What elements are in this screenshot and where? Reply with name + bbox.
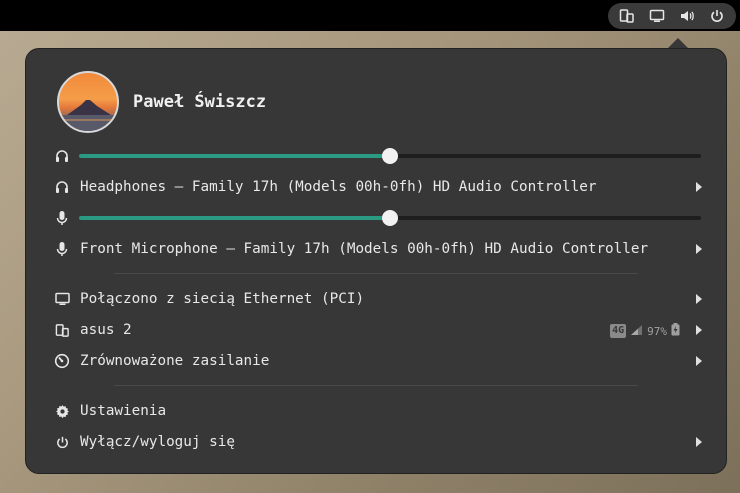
submenu-arrow-icon xyxy=(696,244,702,254)
output-device-item[interactable]: Headphones – Family 17h (Models 00h-0fh)… xyxy=(52,173,702,201)
input-device-item[interactable]: Front Microphone – Family 17h (Models 00… xyxy=(52,235,702,263)
microphone-icon xyxy=(52,208,72,228)
output-device-label: Headphones – Family 17h (Models 00h-0fh)… xyxy=(80,179,597,195)
phone-label: asus 2 xyxy=(80,322,132,338)
phone-link-icon[interactable] xyxy=(616,5,638,27)
input-device-label: Front Microphone – Family 17h (Models 00… xyxy=(80,241,649,257)
separator xyxy=(114,273,638,274)
slider-handle[interactable] xyxy=(382,210,398,226)
settings-label: Ustawienia xyxy=(80,403,167,419)
output-volume-slider[interactable] xyxy=(79,148,701,164)
slider-handle[interactable] xyxy=(382,148,398,164)
speaker-icon[interactable] xyxy=(676,5,698,27)
power-off-label: Wyłącz/wyloguj się xyxy=(80,434,235,450)
system-tray[interactable] xyxy=(608,3,736,29)
settings-item[interactable]: Ustawienia xyxy=(52,397,702,425)
power-icon xyxy=(52,432,72,452)
submenu-arrow-icon xyxy=(696,182,702,192)
network-type-badge: 4G xyxy=(610,324,627,338)
submenu-arrow-icon xyxy=(696,437,702,447)
display-icon[interactable] xyxy=(646,5,668,27)
headphones-icon xyxy=(52,177,72,197)
network-label: Połączono z siecią Ethernet (PCI) xyxy=(80,291,365,307)
battery-level: 97% xyxy=(647,324,667,338)
submenu-arrow-icon xyxy=(696,356,702,366)
submenu-arrow-icon xyxy=(696,294,702,304)
battery-charging-icon xyxy=(671,323,680,339)
gear-icon xyxy=(52,401,72,421)
avatar xyxy=(57,71,119,133)
signal-strength-icon xyxy=(630,324,643,339)
input-volume-slider[interactable] xyxy=(79,210,701,226)
submenu-arrow-icon xyxy=(696,325,702,335)
user-section[interactable]: Paweł Świszcz xyxy=(57,71,266,133)
top-bar xyxy=(0,0,740,31)
phone-status: 4G 97% xyxy=(610,323,680,339)
power-profile-item[interactable]: Zrównoważone zasilanie xyxy=(52,347,702,375)
network-item[interactable]: Połączono z siecią Ethernet (PCI) xyxy=(52,285,702,313)
headphones-icon xyxy=(52,146,72,166)
separator xyxy=(114,385,638,386)
power-icon[interactable] xyxy=(706,5,728,27)
power-profile-gauge-icon xyxy=(52,351,72,371)
user-name: Paweł Świszcz xyxy=(133,92,267,112)
phone-item[interactable]: asus 2 4G 97% xyxy=(52,316,702,344)
wired-network-icon xyxy=(52,289,72,309)
menu-pointer xyxy=(668,38,688,48)
phone-link-icon xyxy=(52,320,72,340)
power-off-item[interactable]: Wyłącz/wyloguj się xyxy=(52,428,702,456)
system-menu: Paweł Świszcz Headphones – Family 17h (M… xyxy=(25,48,727,474)
slider-fill xyxy=(79,216,390,220)
microphone-icon xyxy=(52,239,72,259)
power-profile-label: Zrównoważone zasilanie xyxy=(80,353,270,369)
slider-fill xyxy=(79,154,390,158)
